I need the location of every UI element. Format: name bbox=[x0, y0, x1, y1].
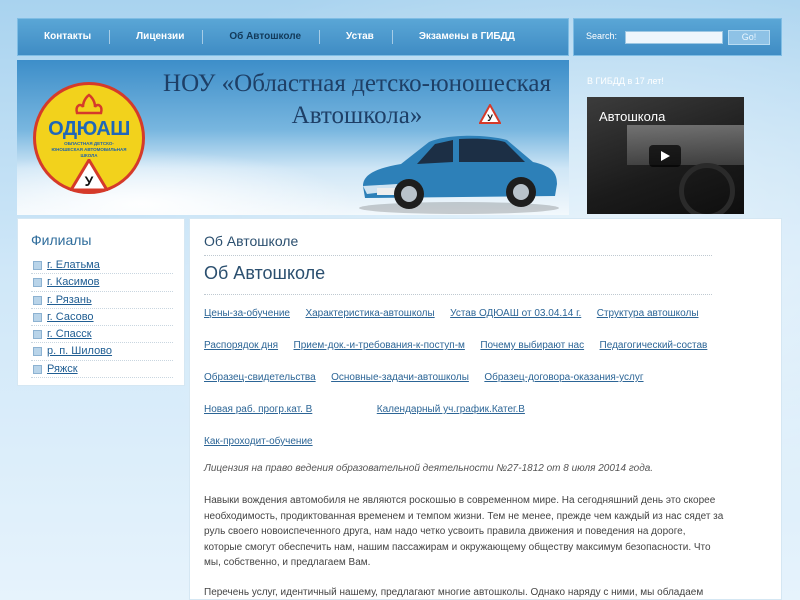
sidebar-item-ryazhsk[interactable]: Ряжск bbox=[31, 361, 173, 379]
sidebar-item-kasimov[interactable]: г. Касимов bbox=[31, 274, 173, 292]
site-title-line1: НОУ «Областная детско-юношеская bbox=[163, 70, 551, 97]
paragraph-services: Перечень услуг, идентичный нашему, предл… bbox=[204, 587, 704, 598]
nav-item-contacts[interactable]: Контакты bbox=[18, 30, 111, 44]
link-row-3: Образец-свидетельства Основные-задачи-ав… bbox=[204, 367, 655, 385]
car-image-icon bbox=[359, 135, 559, 214]
link-row-1: Цены-за-обучение Характеристика-автошкол… bbox=[204, 303, 710, 321]
link-row-4: Новая раб. прогр.кат. В Календарный уч.г… bbox=[204, 399, 536, 417]
link-calendar[interactable]: Календарный уч.график.Катег.В bbox=[377, 404, 525, 415]
link-row-2: Распорядок дня Прием-док.-и-требования-к… bbox=[204, 335, 718, 353]
sidebar-item-shilovo[interactable]: р. п. Шилово bbox=[31, 343, 173, 361]
link-charter-odyuash[interactable]: Устав ОДЮАШ от 03.04.14 г. bbox=[450, 308, 581, 319]
sidebar-title: Филиалы bbox=[31, 232, 92, 248]
link-why-us[interactable]: Почему выбирают нас bbox=[480, 340, 584, 351]
header-banner: НОУ «Областная детско-юношеская Автошкол… bbox=[17, 60, 569, 215]
link-row-5: Как-проходит-обучение bbox=[204, 431, 324, 449]
link-contract-sample[interactable]: Образец-договора-оказания-услуг bbox=[484, 372, 643, 383]
video-window-scene bbox=[627, 125, 744, 165]
link-teachers[interactable]: Педагогический-состав bbox=[600, 340, 708, 351]
play-icon[interactable] bbox=[649, 145, 681, 167]
search-bar: Search: Go! bbox=[573, 18, 782, 56]
sign-letter: У bbox=[487, 113, 493, 123]
link-schedule[interactable]: Распорядок дня bbox=[204, 340, 278, 351]
nav-item-exams[interactable]: Экзамены в ГИБДД bbox=[393, 30, 533, 44]
link-admission[interactable]: Прием-док.-и-требования-к-поступ-м bbox=[294, 340, 465, 351]
link-characteristics[interactable]: Характеристика-автошколы bbox=[305, 308, 434, 319]
right-caption: В ГИБДД в 17 лет! bbox=[587, 76, 664, 86]
logo-learner-sign-icon: У bbox=[70, 159, 108, 191]
search-button[interactable]: Go! bbox=[728, 30, 770, 45]
logo-subtitle: ОБЛАСТНАЯ ДЕТСКО-ЮНОШЕСКАЯ АВТОМОБИЛЬНАЯ… bbox=[51, 141, 127, 158]
breadcrumb: Об Автошколе bbox=[204, 233, 712, 256]
logo-emblem-icon[interactable]: ОДЮАШ ОБЛАСТНАЯ ДЕТСКО-ЮНОШЕСКАЯ АВТОМОБ… bbox=[33, 82, 145, 194]
link-certificate-sample[interactable]: Образец-свидетельства bbox=[204, 372, 316, 383]
nav-item-charter[interactable]: Устав bbox=[320, 30, 393, 44]
sidebar-item-ryazan[interactable]: г. Рязань bbox=[31, 292, 173, 309]
sidebar-list: г. Елатьма г. Касимов г. Рязань г. Сасов… bbox=[31, 257, 173, 379]
steering-wheel-image bbox=[679, 163, 735, 214]
license-text: Лицензия на право ведения образовательно… bbox=[204, 463, 654, 474]
crown-icon bbox=[75, 93, 103, 115]
logo-text: ОДЮАШ bbox=[48, 118, 130, 140]
sidebar-item-spassk[interactable]: г. Спасск bbox=[31, 326, 173, 344]
learner-sign-icon: У bbox=[479, 104, 501, 124]
sidebar-item-sasovo[interactable]: г. Сасово bbox=[31, 309, 173, 327]
nav-item-about[interactable]: Об Автошколе bbox=[203, 30, 321, 44]
main-content: Об Автошколе Об Автошколе Цены-за-обучен… bbox=[189, 218, 782, 600]
sidebar-branches: Филиалы г. Елатьма г. Касимов г. Рязань … bbox=[17, 218, 185, 386]
nav-item-licenses[interactable]: Лицензии bbox=[110, 30, 204, 44]
sidebar-item-elatma[interactable]: г. Елатьма bbox=[31, 257, 173, 275]
link-main-tasks[interactable]: Основные-задачи-автошколы bbox=[331, 372, 469, 383]
page-title: Об Автошколе bbox=[204, 263, 712, 295]
site-title: НОУ «Областная детско-юношеская Автошкол… bbox=[147, 68, 567, 132]
link-work-program[interactable]: Новая раб. прогр.кат. В bbox=[204, 404, 312, 415]
search-label: Search: bbox=[586, 31, 618, 41]
search-input[interactable] bbox=[625, 31, 723, 44]
video-title: Автошкола bbox=[599, 109, 666, 124]
link-structure[interactable]: Структура автошколы bbox=[597, 308, 699, 319]
paragraph-driving-skills: Навыки вождения автомобиля не являются р… bbox=[204, 495, 724, 568]
video-player[interactable]: Автошкола bbox=[587, 97, 744, 214]
top-nav: Контакты Лицензии Об Автошколе Устав Экз… bbox=[17, 18, 569, 56]
link-prices[interactable]: Цены-за-обучение bbox=[204, 308, 290, 319]
link-how-training[interactable]: Как-проходит-обучение bbox=[204, 436, 313, 447]
logo-sign-letter: У bbox=[85, 173, 94, 189]
